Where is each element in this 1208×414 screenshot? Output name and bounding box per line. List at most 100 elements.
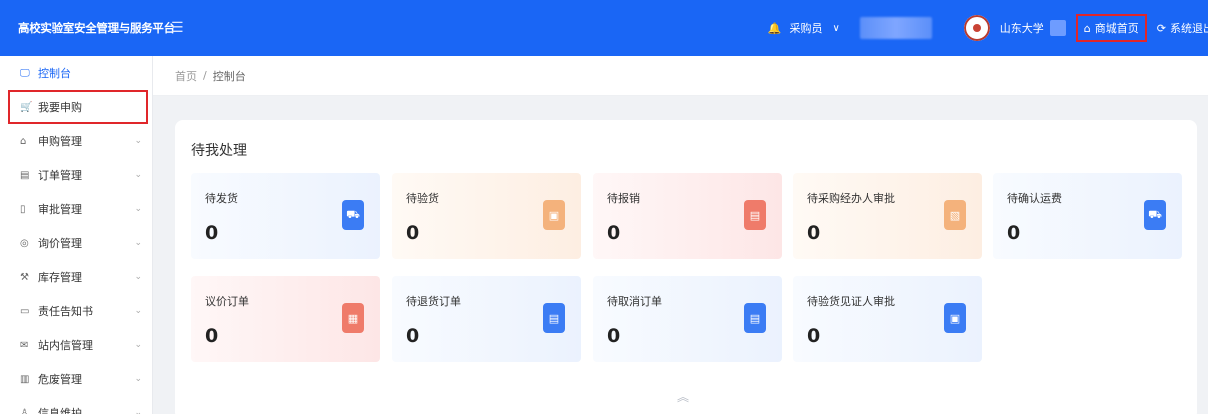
role-label[interactable]: 采购员 bbox=[789, 20, 822, 36]
menu-fold-icon[interactable]: ☰ bbox=[171, 20, 184, 36]
logout-label: 系统退出 bbox=[1170, 22, 1208, 35]
tile-pending-witness-approval[interactable]: 待验货见证人审批 0 ▣ bbox=[793, 276, 982, 362]
bargain-icon: ▦ bbox=[342, 303, 364, 333]
sidebar-item-info-maintenance[interactable]: ♙ 信息维护 ⌄ bbox=[0, 396, 152, 414]
tile-pending-cancel[interactable]: 待取消订单 0 ▤ bbox=[593, 276, 782, 362]
tile-label: 待取消订单 bbox=[607, 295, 662, 308]
university-name: 山东大学 bbox=[999, 22, 1044, 35]
sidebar-item-order-mgmt[interactable]: ▤ 订单管理 ⌄ bbox=[0, 158, 152, 192]
bell-icon[interactable]: 🔔 bbox=[767, 22, 781, 35]
sidebar-item-label: 审批管理 bbox=[38, 203, 82, 216]
tile-label: 待退货订单 bbox=[406, 295, 461, 308]
tile-label: 待报销 bbox=[607, 192, 640, 205]
tile-count: 0 bbox=[607, 325, 621, 347]
sidebar: 🖵 控制台 🛒 我要申购 ⌂ 申购管理 ⌄ ▤ 订单管理 ⌄ ▯ 审批管理 ⌄ … bbox=[0, 56, 153, 414]
sidebar-item-label: 库存管理 bbox=[38, 271, 82, 284]
tile-count: 0 bbox=[1007, 222, 1021, 244]
sidebar-item-label: 询价管理 bbox=[38, 237, 82, 250]
tile-count: 0 bbox=[607, 222, 621, 244]
chevron-down-icon: ⌄ bbox=[134, 272, 142, 282]
logout-button[interactable]: ⟳ 系统退出 bbox=[1157, 20, 1208, 36]
breadcrumb: 首页 / 控制台 bbox=[153, 56, 1208, 96]
sidebar-item-request-mgmt[interactable]: ⌂ 申购管理 ⌄ bbox=[0, 124, 152, 158]
inspect-icon: ▣ bbox=[543, 200, 565, 230]
app-title: 高校实验室安全管理与服务平台 bbox=[18, 21, 175, 35]
list-icon: ▤ bbox=[20, 169, 30, 181]
pending-title: 待我处理 bbox=[191, 143, 247, 159]
tile-pending-freight[interactable]: 待确认运费 0 ⛟ bbox=[993, 173, 1182, 259]
cart-icon: 🛒 bbox=[20, 101, 33, 113]
chevron-down-icon: ⌄ bbox=[134, 170, 142, 180]
top-header: 高校实验室安全管理与服务平台 ☰ 🔔 采购员 ∨ 山东大学 ⌂ 商城首页 ⟳ 系… bbox=[0, 0, 1208, 56]
sidebar-item-label: 站内信管理 bbox=[38, 339, 93, 352]
chevron-down-icon: ⌄ bbox=[134, 204, 142, 214]
breadcrumb-separator: / bbox=[203, 69, 207, 82]
truck-icon: ⛟ bbox=[342, 200, 364, 230]
collapse-up-icon[interactable]: ︽ bbox=[677, 388, 689, 405]
university-redacted bbox=[1049, 20, 1066, 36]
chevron-down-icon: ⌄ bbox=[134, 374, 142, 384]
user-icon: ♙ bbox=[20, 407, 29, 414]
sidebar-item-label: 危废管理 bbox=[38, 373, 82, 386]
monitor-icon: 🖵 bbox=[20, 67, 30, 79]
bag-icon: ⌂ bbox=[20, 135, 27, 147]
freight-icon: ⛟ bbox=[1144, 200, 1166, 230]
cancel-icon: ▤ bbox=[744, 303, 766, 333]
tile-pending-return[interactable]: 待退货订单 0 ▤ bbox=[392, 276, 581, 362]
bin-icon: ▥ bbox=[20, 373, 30, 385]
sidebar-item-label: 我要申购 bbox=[38, 101, 82, 114]
tile-label: 待采购经办人审批 bbox=[807, 192, 895, 205]
sidebar-item-label: 申购管理 bbox=[38, 135, 82, 148]
tile-count: 0 bbox=[406, 325, 420, 347]
breadcrumb-current: 控制台 bbox=[212, 69, 246, 83]
sidebar-item-label: 责任告知书 bbox=[38, 305, 93, 318]
home-icon: ⌂ bbox=[1083, 21, 1091, 35]
sidebar-item-hazardous-waste[interactable]: ▥ 危废管理 ⌄ bbox=[0, 362, 152, 396]
tile-label: 待验货 bbox=[406, 192, 439, 205]
return-icon: ▤ bbox=[543, 303, 565, 333]
sidebar-item-responsibility[interactable]: ▭ 责任告知书 ⌄ bbox=[0, 294, 152, 328]
tile-label: 待确认运费 bbox=[1007, 192, 1062, 205]
chevron-down-icon: ⌄ bbox=[134, 136, 142, 146]
user-name-redacted bbox=[859, 17, 932, 39]
tile-count: 0 bbox=[807, 325, 821, 347]
document-icon: ▭ bbox=[20, 305, 30, 317]
tile-count: 0 bbox=[406, 222, 420, 244]
tile-pending-agent-approval[interactable]: 待采购经办人审批 0 ▧ bbox=[793, 173, 982, 259]
sidebar-item-approval-mgmt[interactable]: ▯ 审批管理 ⌄ bbox=[0, 192, 152, 226]
sidebar-item-label: 控制台 bbox=[38, 67, 71, 80]
chevron-down-icon[interactable]: ∨ bbox=[832, 23, 839, 34]
sidebar-item-console[interactable]: 🖵 控制台 bbox=[0, 56, 152, 90]
mall-home-link[interactable]: ⌂ 商城首页 bbox=[1075, 14, 1147, 42]
chevron-down-icon: ⌄ bbox=[134, 238, 142, 248]
tile-count: 0 bbox=[807, 222, 821, 244]
power-icon: ⟳ bbox=[1156, 21, 1166, 35]
pending-card: 待我处理 待发货 0 ⛟ 待验货 0 ▣ 待报销 0 ▤ 待采购经办人审批 0 … bbox=[175, 120, 1197, 414]
approval-icon: ▧ bbox=[944, 200, 966, 230]
tile-bargain-orders[interactable]: 议价订单 0 ▦ bbox=[191, 276, 380, 362]
sidebar-item-purchase-request[interactable]: 🛒 我要申购 bbox=[8, 90, 148, 124]
tile-label: 待验货见证人审批 bbox=[807, 295, 895, 308]
chevron-down-icon: ⌄ bbox=[134, 306, 142, 316]
sidebar-item-inventory-mgmt[interactable]: ⚒ 库存管理 ⌄ bbox=[0, 260, 152, 294]
chevron-down-icon: ⌄ bbox=[134, 340, 142, 350]
witness-icon: ▣ bbox=[944, 303, 966, 333]
tile-pending-shipment[interactable]: 待发货 0 ⛟ bbox=[191, 173, 380, 259]
tile-pending-reimburse[interactable]: 待报销 0 ▤ bbox=[593, 173, 782, 259]
breadcrumb-home[interactable]: 首页 bbox=[175, 68, 197, 84]
tile-pending-inspection[interactable]: 待验货 0 ▣ bbox=[392, 173, 581, 259]
university-logo-avatar bbox=[963, 15, 990, 41]
mail-icon: ✉ bbox=[20, 339, 29, 351]
tile-count: 0 bbox=[205, 325, 219, 347]
reimburse-icon: ▤ bbox=[744, 200, 766, 230]
sidebar-item-inquiry-mgmt[interactable]: ◎ 询价管理 ⌄ bbox=[0, 226, 152, 260]
sidebar-item-label: 信息维护 bbox=[38, 407, 82, 414]
sidebar-item-messages[interactable]: ✉ 站内信管理 ⌄ bbox=[0, 328, 152, 362]
inquiry-icon: ◎ bbox=[20, 237, 29, 249]
tile-count: 0 bbox=[205, 222, 219, 244]
approve-icon: ▯ bbox=[20, 203, 26, 215]
mall-home-label: 商城首页 bbox=[1094, 22, 1139, 35]
tile-label: 待发货 bbox=[205, 192, 238, 205]
warehouse-icon: ⚒ bbox=[20, 271, 29, 283]
tile-label: 议价订单 bbox=[205, 295, 249, 308]
